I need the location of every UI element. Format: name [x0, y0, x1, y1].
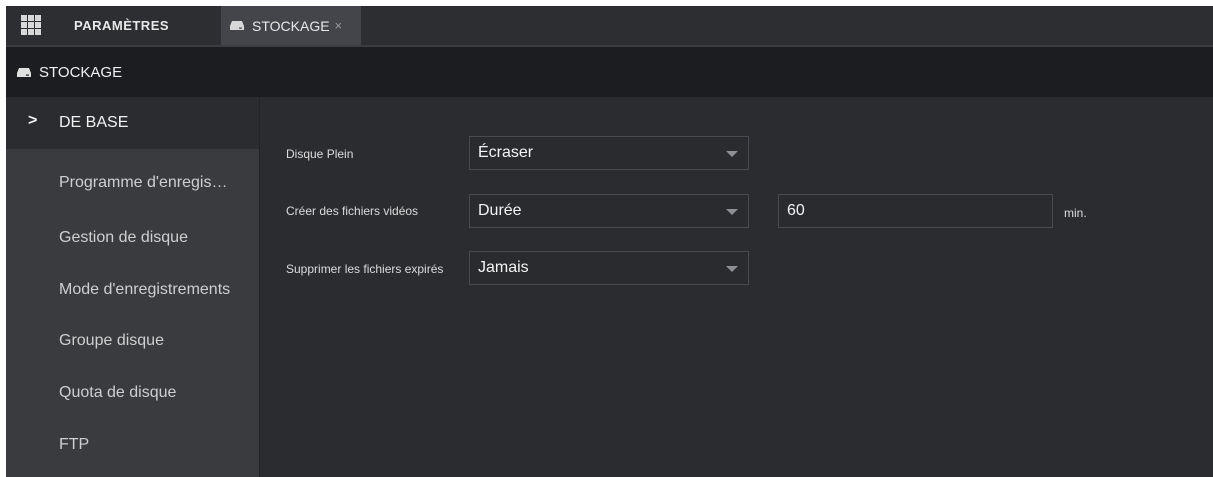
sidebar-item-label: Quota de disque [59, 384, 177, 401]
sidebar-item-disk-management[interactable]: Gestion de disque [6, 212, 259, 264]
tab-settings-label: PARAMÈTRES [74, 18, 170, 33]
tab-storage-label: STOCKAGE [252, 17, 330, 34]
sidebar-item-ftp[interactable]: FTP [6, 419, 259, 471]
tab-settings[interactable]: PARAMÈTRES [56, 6, 221, 45]
sidebar-item-disk-quota[interactable]: Quota de disque [6, 367, 259, 419]
disk-icon [17, 67, 31, 77]
sidebar-item-label: Programme d'enregis… [59, 174, 228, 191]
duration-unit: min. [1064, 206, 1087, 220]
delete-expired-select[interactable]: Jamais [469, 251, 749, 285]
disk-full-value: Écraser [478, 144, 534, 161]
delete-expired-label: Supprimer les fichiers expirés [286, 262, 444, 276]
create-files-value: Durée [478, 202, 522, 219]
chevron-down-icon [726, 151, 738, 157]
sidebar-item-recording-mode[interactable]: Mode d'enregistrements [6, 264, 259, 316]
sidebar-item-label: Groupe disque [59, 332, 164, 349]
close-icon[interactable]: × [335, 18, 343, 33]
sidebar-item-label: Mode d'enregistrements [59, 281, 231, 298]
sidebar-item-basic[interactable]: > DE BASE [6, 97, 259, 149]
create-files-label: Créer des fichiers vidéos [286, 204, 419, 218]
page-title: STOCKAGE [39, 63, 123, 81]
disk-icon [230, 21, 244, 30]
chevron-right-icon: > [28, 112, 38, 129]
create-files-select[interactable]: Durée [469, 194, 749, 228]
page-header: STOCKAGE [6, 47, 1213, 97]
delete-expired-value: Jamais [478, 259, 529, 276]
sidebar-item-label: Gestion de disque [59, 229, 188, 246]
disk-full-select[interactable]: Écraser [469, 136, 749, 170]
sidebar: > DE BASE Programme d'enregis… Gestion d… [6, 97, 259, 477]
sidebar-item-label: DE BASE [59, 114, 129, 131]
sidebar-item-recording-schedule[interactable]: Programme d'enregis… [6, 157, 259, 209]
chevron-down-icon [726, 209, 738, 215]
sidebar-item-disk-group[interactable]: Groupe disque [6, 315, 259, 367]
apps-grid-icon[interactable] [21, 15, 41, 35]
disk-full-label: Disque Plein [286, 147, 354, 161]
divider [259, 97, 260, 477]
chevron-down-icon [726, 266, 738, 272]
tab-storage[interactable]: STOCKAGE × [221, 6, 361, 45]
sidebar-item-label: FTP [59, 436, 90, 453]
tab-bar: PARAMÈTRES STOCKAGE × [6, 6, 1213, 47]
app-window: PARAMÈTRES STOCKAGE × STOCKAGE > DE BASE… [6, 6, 1213, 477]
duration-input[interactable] [778, 194, 1053, 228]
